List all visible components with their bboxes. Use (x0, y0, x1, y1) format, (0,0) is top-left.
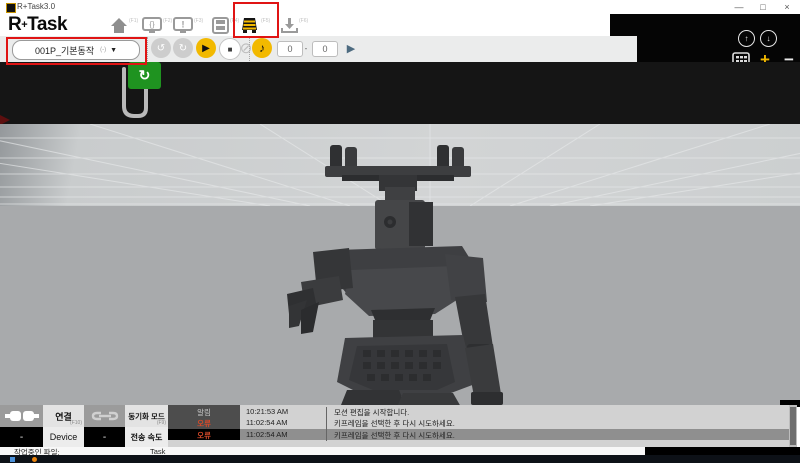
connect-hint: (F10) (70, 420, 82, 426)
output-monitor-hint: (F3) (194, 18, 203, 24)
log-type: 오류 (168, 430, 240, 441)
frame-play-button[interactable]: ▶ (344, 40, 358, 56)
play-button[interactable]: ▶ (196, 38, 216, 58)
minimize-button[interactable]: — (728, 0, 750, 13)
app-icon (6, 3, 16, 13)
upload-circle-icon[interactable]: ↑ (738, 30, 755, 47)
log-scrollbar[interactable] (789, 405, 797, 447)
loop-icon: ↻ (139, 67, 151, 84)
robot-panel: ↑ ↓ + − (610, 14, 800, 62)
speed-value: - (84, 427, 125, 447)
sync-mode-hint: (F9) (157, 420, 166, 426)
annotation-box-motion-icon (233, 2, 279, 38)
footer-right-gap (645, 447, 800, 455)
task-code-icon[interactable]: {} (142, 17, 162, 34)
log-type: 오류 (168, 418, 240, 429)
redo-button[interactable]: ↻ (173, 38, 193, 58)
connect-button[interactable]: 연결 (F10) (43, 405, 84, 427)
output-monitor-icon[interactable]: ! (173, 17, 193, 34)
log-column-divider (326, 407, 327, 441)
frame-range-dash: - (302, 41, 310, 55)
taskbar-icon[interactable] (10, 457, 15, 462)
logo-task: Task (27, 14, 67, 36)
download-circle-icon[interactable]: ↓ (760, 30, 777, 47)
os-taskbar (0, 455, 800, 463)
sync-mode-button[interactable]: 동기화 모드 (F9) (125, 405, 168, 427)
device-label: Device (43, 427, 84, 447)
svg-text:{}: {} (149, 20, 155, 29)
loop-badge[interactable]: ↻ (128, 62, 161, 89)
device-value: - (0, 427, 43, 447)
maximize-button[interactable]: □ (752, 0, 774, 13)
window-titlebar: R+Task3.0 — □ × (0, 0, 800, 15)
app-window: R+Task3.0 — □ × R+Task (F1) {} (F2) ! (F… (0, 0, 800, 463)
viewport-3d[interactable] (0, 124, 800, 405)
logo-r: R (8, 14, 21, 36)
annotation-box-motion-select (6, 37, 147, 65)
task-code-hint: (F2) (163, 18, 172, 24)
close-button[interactable]: × (776, 0, 798, 13)
log-message: 키프레임을 선택한 후 다시 시도하세요. (334, 430, 774, 441)
app-logo: R+Task (8, 14, 67, 36)
home-hint: (F1) (129, 18, 138, 24)
speed-label: 전송 속도 (125, 427, 168, 447)
download-hint: (F6) (299, 18, 308, 24)
log-time: 11:02:54 AM (246, 418, 322, 427)
download-icon[interactable] (281, 17, 298, 34)
footer-strip: 작업중인 파일: Task (0, 447, 645, 455)
taskbar-icon[interactable] (32, 457, 37, 462)
connect-plug-icon (0, 405, 43, 427)
sync-link-icon (84, 405, 125, 427)
music-note-button[interactable]: ♪ (252, 38, 272, 58)
home-icon[interactable] (110, 17, 128, 34)
robot-model[interactable] (287, 142, 532, 407)
log-time: 11:02:54 AM (246, 430, 322, 439)
svg-text:!: ! (182, 20, 185, 30)
motion-flow-strip: ↻ ✓ ↻ 1 × 1 001P_기본동작 (0, 62, 800, 124)
log-panel[interactable]: 알림 10:21:53 AM 모션 편집을 시작합니다. 오류 11:02:54… (168, 405, 797, 447)
undo-button[interactable]: ↺ (151, 38, 171, 58)
log-scrollbar-thumb[interactable] (790, 407, 796, 445)
frame-end-input[interactable]: 0 (312, 41, 338, 57)
media-icon[interactable] (212, 17, 229, 34)
toolbar-separator (249, 37, 250, 61)
log-time: 10:21:53 AM (246, 407, 322, 416)
log-message: 모션 편집을 시작합니다. (334, 407, 774, 418)
log-type: 알림 (168, 407, 240, 418)
log-message: 키프레임을 선택한 후 다시 시도하세요. (334, 418, 774, 429)
frame-start-input[interactable]: 0 (277, 41, 303, 57)
toolbar-separator (147, 37, 148, 61)
window-title: R+Task3.0 (17, 2, 55, 11)
